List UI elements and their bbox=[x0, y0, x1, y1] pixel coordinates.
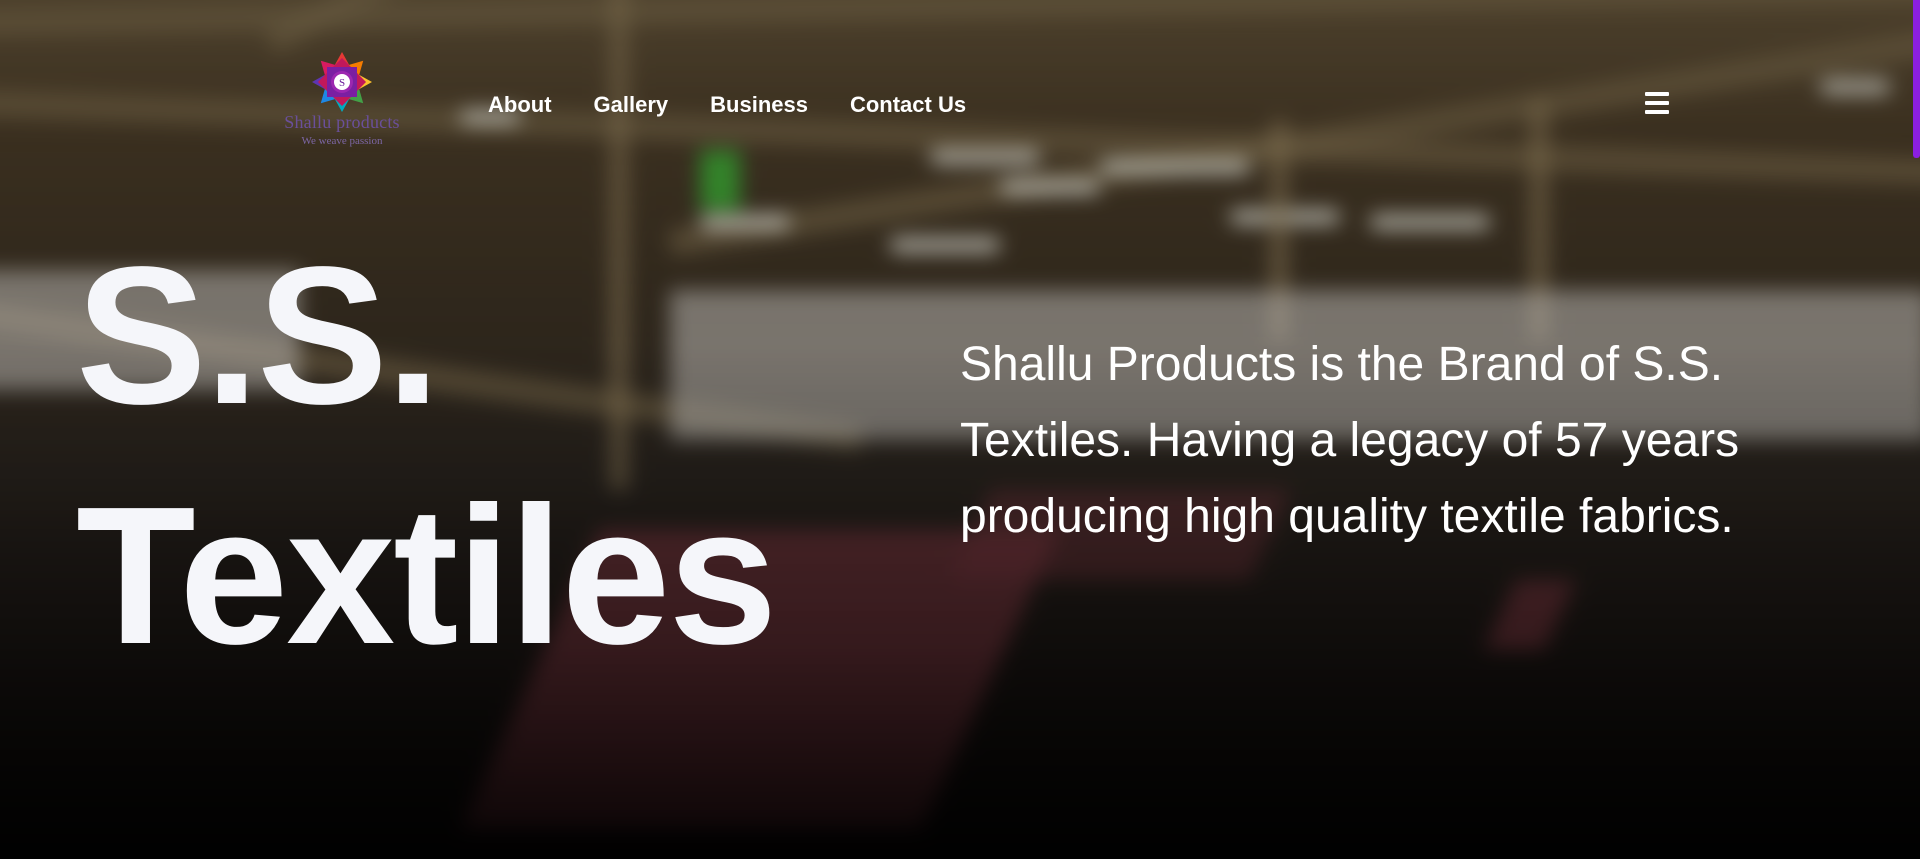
svg-text:S: S bbox=[339, 77, 345, 89]
hero-title: S.S. Textiles bbox=[76, 216, 777, 696]
nav-about-link[interactable]: About bbox=[488, 92, 552, 118]
hero-title-line-1: S.S. bbox=[76, 226, 440, 445]
flower-emblem-icon: S bbox=[312, 52, 372, 112]
nav-gallery-link[interactable]: Gallery bbox=[594, 92, 669, 118]
logo-brand-text: Shallu products bbox=[284, 112, 400, 132]
logo-tagline: We weave passion bbox=[301, 135, 383, 147]
page-scrollbar[interactable] bbox=[1913, 0, 1920, 158]
hero-section: S Shallu products We weave passion About… bbox=[0, 0, 1920, 859]
nav-business-link[interactable]: Business bbox=[710, 92, 808, 118]
hamburger-menu-icon[interactable] bbox=[1643, 92, 1673, 116]
hero-title-line-2: Textiles bbox=[76, 466, 777, 685]
nav-contact-us-link[interactable]: Contact Us bbox=[850, 92, 966, 118]
hero-description: Shallu Products is the Brand of S.S. Tex… bbox=[960, 338, 1740, 543]
site-logo[interactable]: S Shallu products We weave passion bbox=[272, 50, 412, 158]
main-nav: About Gallery Business Contact Us bbox=[488, 92, 1008, 118]
